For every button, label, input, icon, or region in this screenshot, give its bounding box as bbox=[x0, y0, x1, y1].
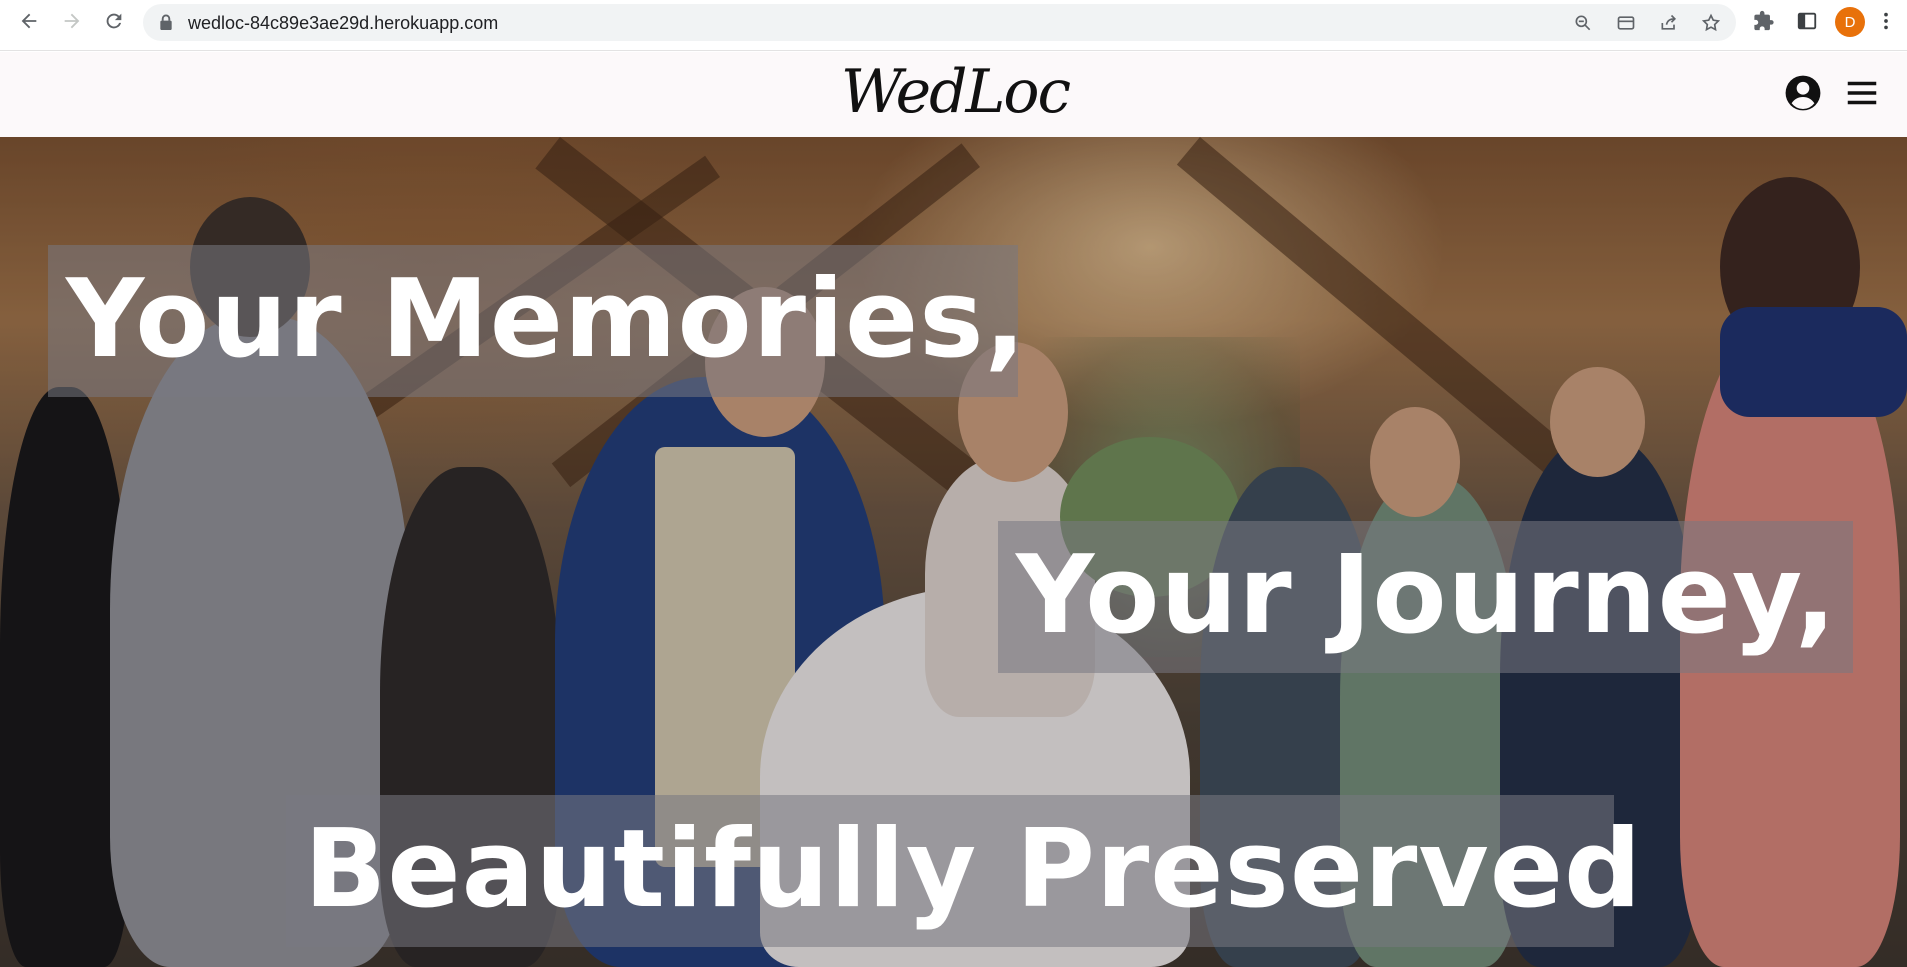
kebab-menu-icon[interactable] bbox=[1880, 10, 1892, 32]
site-logo[interactable]: WedLoc bbox=[840, 56, 1071, 128]
side-panel-icon[interactable] bbox=[1796, 10, 1818, 32]
hero-headline-line-2: Your Journey, bbox=[998, 521, 1853, 673]
forward-arrow-icon[interactable] bbox=[59, 8, 85, 34]
address-bar[interactable]: wedloc-84c89e3ae29d.herokuapp.com bbox=[143, 4, 1736, 41]
hero-banner: Your Memories, Your Journey, Beautifully… bbox=[0, 137, 1907, 967]
hamburger-menu-icon[interactable] bbox=[1843, 74, 1881, 112]
lock-icon[interactable] bbox=[158, 14, 174, 31]
back-arrow-icon[interactable] bbox=[16, 8, 42, 34]
browser-toolbar: wedloc-84c89e3ae29d.herokuapp.com D bbox=[0, 0, 1907, 51]
hero-headline-line-3: Beautifully Preserved bbox=[286, 795, 1641, 947]
profile-avatar[interactable]: D bbox=[1835, 7, 1865, 37]
puzzle-icon[interactable] bbox=[1753, 10, 1775, 32]
hero-headline-line-1: Your Memories, bbox=[48, 245, 1026, 397]
share-icon[interactable] bbox=[1659, 13, 1679, 33]
url-text[interactable]: wedloc-84c89e3ae29d.herokuapp.com bbox=[188, 13, 498, 34]
zoom-icon[interactable] bbox=[1573, 13, 1593, 33]
card-icon[interactable] bbox=[1616, 13, 1636, 33]
account-circle-icon[interactable] bbox=[1784, 74, 1822, 112]
star-icon[interactable] bbox=[1701, 13, 1721, 33]
reload-icon[interactable] bbox=[101, 8, 127, 34]
site-header: WedLoc bbox=[0, 52, 1907, 137]
